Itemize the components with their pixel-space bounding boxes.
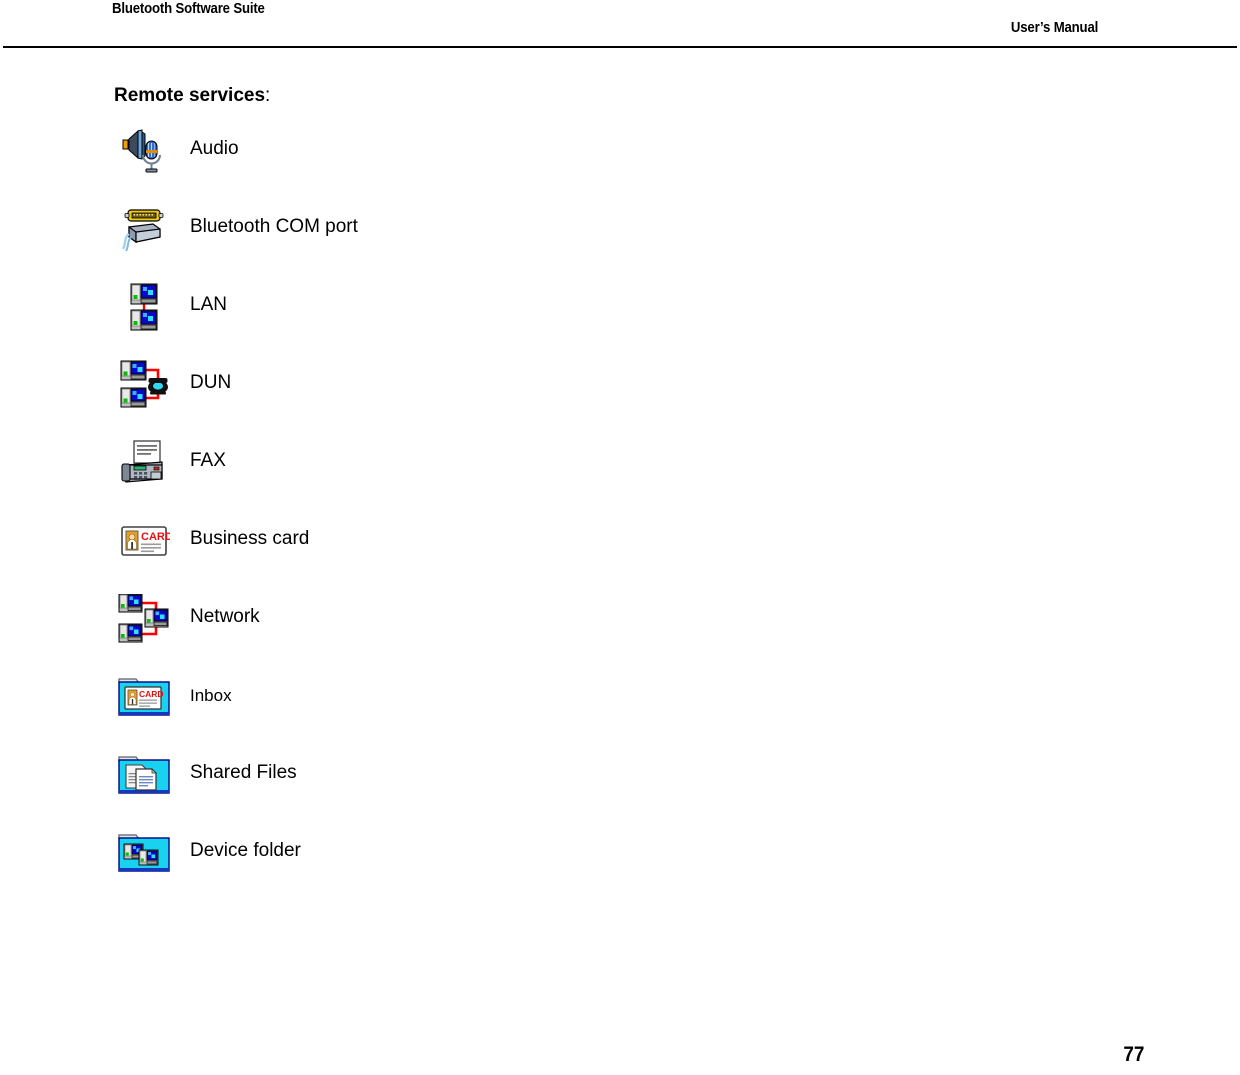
serial-port-icon bbox=[114, 203, 174, 255]
lan-icon bbox=[114, 281, 174, 333]
service-label: Shared Files bbox=[190, 762, 297, 783]
service-label: DUN bbox=[190, 372, 232, 393]
header-right-title: User’s Manual bbox=[1010, 19, 1098, 36]
dialup-networking-icon bbox=[114, 359, 174, 411]
service-label: FAX bbox=[190, 450, 226, 471]
list-item: DUN bbox=[0, 359, 1240, 437]
inbox-folder-icon: CARD bbox=[114, 671, 176, 723]
network-icon bbox=[114, 593, 174, 645]
list-item: CARD Business card bbox=[0, 515, 1240, 593]
list-item: Audio bbox=[0, 125, 1240, 203]
audio-icon bbox=[114, 125, 174, 177]
list-item: Shared Files bbox=[0, 749, 1240, 827]
service-label: Business card bbox=[190, 528, 310, 549]
device-folder-icon bbox=[114, 827, 176, 879]
service-label: Inbox bbox=[190, 686, 232, 705]
list-item: FAX bbox=[0, 437, 1240, 515]
service-label: Network bbox=[190, 606, 260, 627]
page-number: 77 bbox=[1122, 1043, 1144, 1066]
fax-machine-icon bbox=[114, 437, 174, 489]
service-label: LAN bbox=[190, 294, 227, 315]
service-label: Bluetooth COM port bbox=[190, 216, 358, 237]
page-title: Remote services: bbox=[114, 85, 270, 107]
header-divider bbox=[3, 46, 1237, 48]
service-label: Audio bbox=[190, 138, 239, 159]
svg-text:CARD: CARD bbox=[139, 689, 164, 699]
list-item: Bluetooth COM port bbox=[0, 203, 1240, 281]
header-left-title: Bluetooth Software Suite bbox=[112, 0, 265, 17]
list-item: Network bbox=[0, 593, 1240, 671]
list-item: CARD Inbox bbox=[0, 671, 1240, 749]
shared-files-folder-icon bbox=[114, 749, 176, 801]
service-label: Device folder bbox=[190, 840, 301, 861]
list-item: LAN bbox=[0, 281, 1240, 359]
section-title-text: Remote services bbox=[114, 85, 266, 106]
page-header: Bluetooth Software Suite User’s Manual bbox=[0, 0, 1240, 50]
list-item: Device folder bbox=[0, 827, 1240, 905]
remote-services-list: Audio Bluetooth COM port LAN DUN FAX CAR… bbox=[0, 125, 1240, 905]
svg-text:CARD: CARD bbox=[141, 531, 170, 543]
section-title-colon: : bbox=[265, 85, 271, 106]
business-card-icon: CARD bbox=[114, 515, 174, 567]
